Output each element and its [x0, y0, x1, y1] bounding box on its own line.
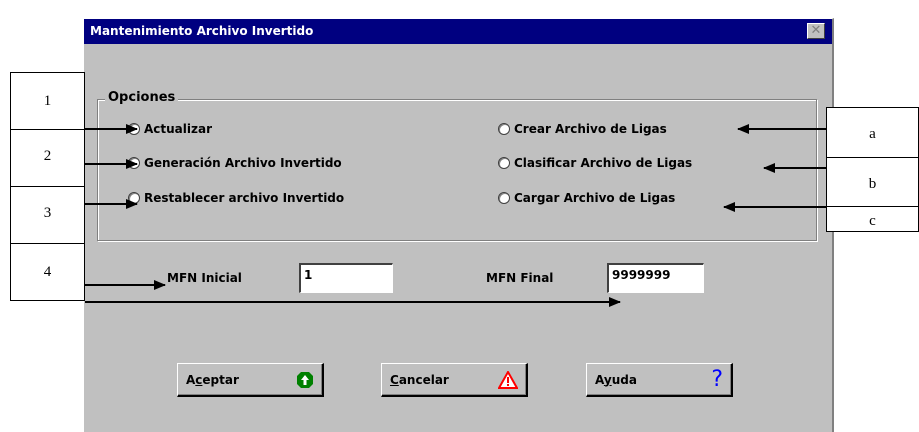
annotation-arrows	[85, 124, 826, 307]
